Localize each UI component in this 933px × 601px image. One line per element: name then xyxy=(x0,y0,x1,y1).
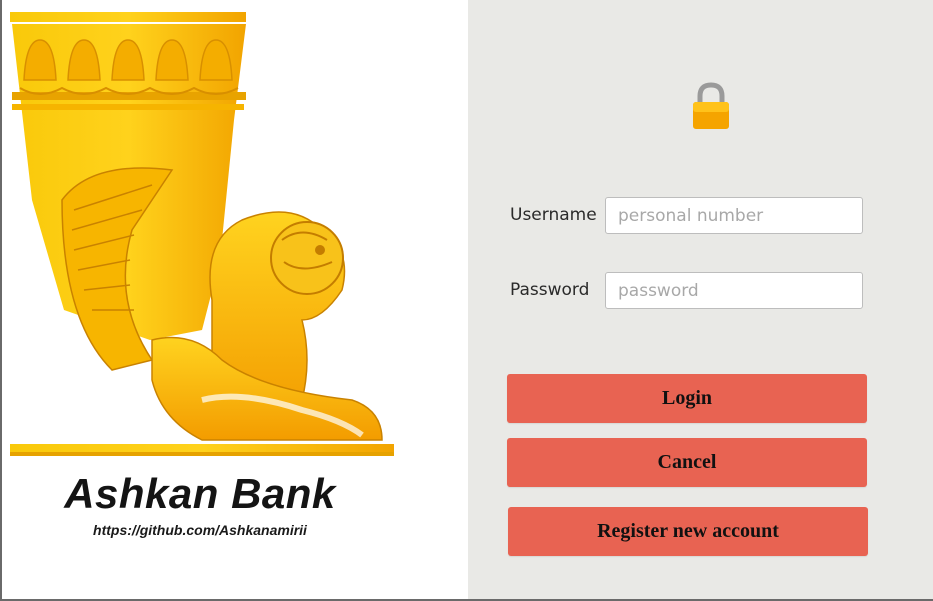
brand-panel: Ashkan Bank https://github.com/Ashkanami… xyxy=(0,0,468,601)
password-input[interactable] xyxy=(605,272,863,309)
username-input[interactable] xyxy=(605,197,863,234)
login-panel: Username Password Login Cancel Register … xyxy=(468,0,933,601)
register-button[interactable]: Register new account xyxy=(508,507,868,556)
brand-name: Ashkan Bank xyxy=(64,470,336,517)
bank-logo-icon xyxy=(10,12,394,456)
password-label: Password xyxy=(510,280,590,300)
lock-icon xyxy=(693,82,729,129)
login-button[interactable]: Login xyxy=(507,374,867,423)
brand-url: https://github.com/Ashkanamirii xyxy=(93,522,307,538)
cancel-button[interactable]: Cancel xyxy=(507,438,867,487)
username-label: Username xyxy=(510,205,597,225)
